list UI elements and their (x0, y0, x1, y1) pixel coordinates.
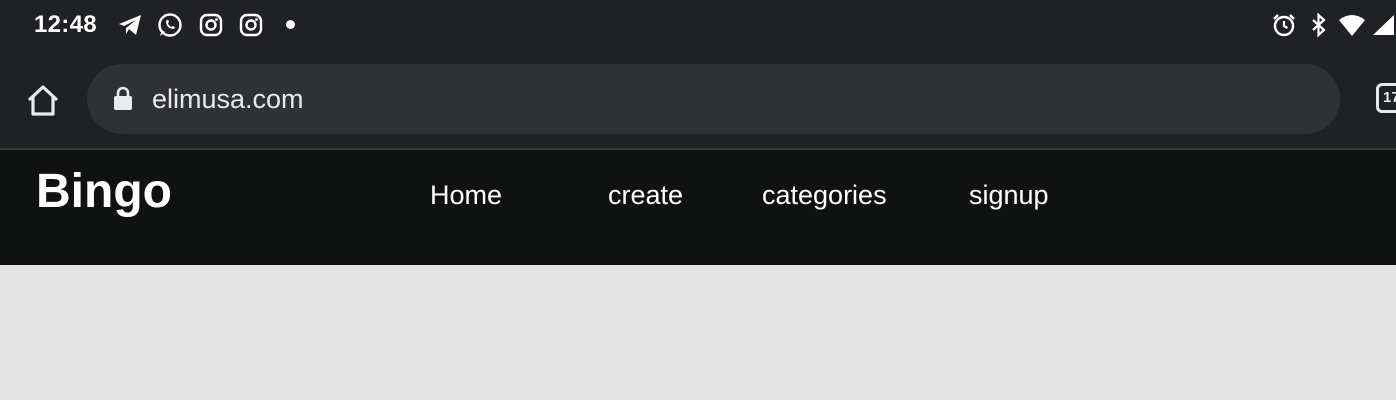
status-time: 12:48 (34, 11, 97, 38)
tab-switcher-button[interactable]: 17 (1376, 83, 1396, 113)
more-notifications-dot (286, 20, 295, 29)
instagram-icon (199, 13, 223, 37)
bluetooth-icon (1312, 12, 1326, 38)
nav-link-categories[interactable]: categories (762, 180, 887, 211)
site-navbar: Bingo Home create categories signup (0, 150, 1396, 265)
page-content (0, 265, 1396, 400)
wifi-icon (1339, 15, 1365, 36)
site-brand[interactable]: Bingo (36, 164, 172, 219)
alarm-icon (1273, 14, 1295, 37)
nav-link-home[interactable]: Home (430, 180, 502, 211)
address-bar[interactable]: elimusa.com (87, 64, 1340, 134)
cell-signal-icon (1373, 15, 1394, 35)
browser-toolbar: elimusa.com 17 (0, 50, 1396, 148)
instagram-icon (239, 13, 263, 37)
whatsapp-icon (158, 13, 182, 37)
nav-link-create[interactable]: create (608, 180, 683, 211)
telegram-icon (119, 15, 141, 35)
lock-icon (114, 86, 132, 110)
nav-link-signup[interactable]: signup (969, 180, 1049, 211)
url-text[interactable]: elimusa.com (152, 84, 304, 115)
status-bar: 12:48 (0, 0, 1396, 50)
home-icon[interactable] (22, 80, 64, 122)
